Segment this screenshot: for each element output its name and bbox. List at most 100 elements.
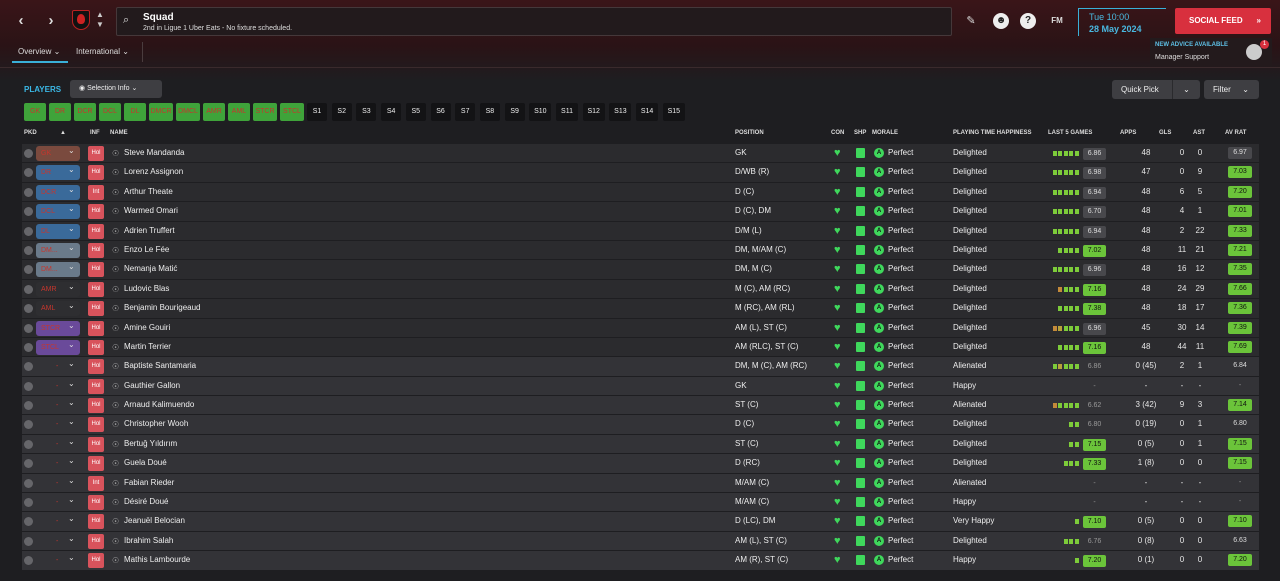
- select-checkbox[interactable]: [24, 420, 33, 430]
- position-button-s10[interactable]: S10: [529, 103, 552, 121]
- player-name[interactable]: Enzo Le Fée: [124, 245, 169, 254]
- col-inf[interactable]: INF: [90, 130, 100, 136]
- select-checkbox[interactable]: [24, 207, 33, 217]
- chevron-down-icon[interactable]: ⌄: [68, 204, 75, 213]
- help-icon[interactable]: ?: [1020, 13, 1036, 29]
- col-gls[interactable]: GLS: [1159, 130, 1171, 136]
- position-button-gk[interactable]: GK: [24, 103, 46, 121]
- position-button-dmcr[interactable]: DMCR: [149, 103, 173, 121]
- col-ast[interactable]: AST: [1193, 130, 1205, 136]
- position-button-dcr[interactable]: DCR: [74, 103, 96, 121]
- chevron-down-icon[interactable]: ⌄: [68, 340, 75, 349]
- player-name[interactable]: Fabian Rieder: [124, 478, 174, 487]
- table-row[interactable]: DCL ⌄ Hol ☉ Warmed Omari D (C), DM ♥ A Perfect De…: [22, 202, 1259, 222]
- position-button-aml[interactable]: AML: [228, 103, 250, 121]
- table-row[interactable]: - ⌄ Hol ☉ Bertuğ Yıldırım ST (C) ♥ A Perfect Deli…: [22, 434, 1259, 455]
- chevron-down-icon[interactable]: ⌄: [68, 282, 75, 291]
- select-checkbox[interactable]: [24, 342, 33, 352]
- select-checkbox[interactable]: [24, 517, 33, 527]
- player-name[interactable]: Baptiste Santamaria: [124, 361, 196, 370]
- position-button-s5[interactable]: S5: [405, 103, 426, 121]
- select-checkbox[interactable]: [24, 381, 33, 391]
- select-checkbox[interactable]: [24, 265, 33, 275]
- select-checkbox[interactable]: [24, 556, 33, 566]
- col-position[interactable]: POSITION: [735, 130, 764, 136]
- position-button-stcl[interactable]: STCL: [280, 103, 304, 121]
- player-name[interactable]: Désiré Doué: [124, 497, 168, 506]
- position-button-dr[interactable]: DR: [49, 103, 71, 121]
- position-button-s14[interactable]: S14: [636, 103, 659, 121]
- position-button-dmcl[interactable]: DMCL: [176, 103, 200, 121]
- position-button-amr[interactable]: AMR: [203, 103, 225, 121]
- player-name[interactable]: Jeanuël Belocian: [124, 516, 185, 525]
- position-button-s6[interactable]: S6: [430, 103, 451, 121]
- table-row[interactable]: STCR ⌄ Hol ☉ Amine Gouiri AM (L), ST (C) ♥ A Per…: [22, 318, 1259, 338]
- player-name[interactable]: Amine Gouiri: [124, 323, 170, 332]
- select-checkbox[interactable]: [24, 362, 33, 372]
- table-row[interactable]: AMR ⌄ Hol ☉ Ludovic Blas M (C), AM (RC) ♥ A Perf…: [22, 279, 1259, 300]
- table-row[interactable]: - ⌄ Hol ☉ Baptiste Santamaria DM, M (C), AM (…: [22, 357, 1259, 377]
- player-name[interactable]: Christopher Wooh: [124, 419, 188, 428]
- select-checkbox[interactable]: [24, 187, 33, 197]
- select-checkbox[interactable]: [24, 149, 33, 158]
- select-checkbox[interactable]: [24, 536, 33, 546]
- table-row[interactable]: - ⌄ Int ☉ Fabian Rieder M/AM (C) ♥ A Perfect Alie…: [22, 473, 1259, 494]
- select-checkbox[interactable]: [24, 439, 33, 449]
- player-name[interactable]: Steve Mandanda: [124, 148, 185, 157]
- table-row[interactable]: DCR ⌄ Int ☉ Arthur Theate D (C) ♥ A Perfect Delig…: [22, 182, 1259, 203]
- table-row[interactable]: - ⌄ Hol ☉ Ibrahim Salah AM (L), ST (C) ♥ A Perfe…: [22, 531, 1259, 552]
- table-row[interactable]: - ⌄ Hol ☉ Mathis Lambourde AM (R), ST (C) ♥ A Pe…: [22, 551, 1259, 571]
- col-shp[interactable]: SHP: [854, 130, 866, 136]
- player-name[interactable]: Nemanja Matić: [124, 264, 177, 273]
- chevron-down-icon[interactable]: ⌄: [68, 262, 75, 271]
- select-checkbox[interactable]: [24, 478, 33, 488]
- player-name[interactable]: Gauthier Gallon: [124, 381, 180, 390]
- player-name[interactable]: Guela Doué: [124, 458, 167, 467]
- chevron-down-icon[interactable]: ⌄: [68, 224, 75, 233]
- forward-arrow-icon[interactable]: ›: [40, 9, 62, 33]
- select-checkbox[interactable]: [24, 323, 33, 333]
- select-checkbox[interactable]: [24, 245, 33, 255]
- chevron-down-icon[interactable]: ⌄: [68, 146, 75, 155]
- player-name[interactable]: Arthur Theate: [124, 187, 173, 196]
- chevron-down-icon[interactable]: ⌄: [68, 165, 75, 174]
- chevron-down-icon[interactable]: ⌄: [68, 534, 75, 543]
- chevron-down-icon[interactable]: ⌄: [68, 495, 75, 504]
- player-name[interactable]: Ibrahim Salah: [124, 536, 173, 545]
- position-button-s15[interactable]: S15: [662, 103, 685, 121]
- table-row[interactable]: - ⌄ Hol ☉ Désiré Doué M/AM (C) ♥ A Perfect Happy -…: [22, 493, 1259, 513]
- player-name[interactable]: Lorenz Assignon: [124, 167, 183, 176]
- position-button-s7[interactable]: S7: [455, 103, 476, 121]
- player-name[interactable]: Bertuğ Yıldırım: [124, 439, 177, 448]
- player-name[interactable]: Warmed Omari: [124, 206, 178, 215]
- select-checkbox[interactable]: [24, 304, 33, 314]
- player-name[interactable]: Mathis Lambourde: [124, 555, 190, 564]
- player-name[interactable]: Benjamin Bourigeaud: [124, 303, 201, 312]
- table-row[interactable]: - ⌄ Hol ☉ Guela Doué D (RC) ♥ A Perfect Delighted…: [22, 454, 1259, 474]
- advice-panel[interactable]: NEW ADVICE AVAILABLE Manager Support 1: [1150, 38, 1272, 66]
- position-button-s12[interactable]: S12: [582, 103, 605, 121]
- search-bar[interactable]: ⌕ Squad 2nd in Ligue 1 Uber Eats - No fi…: [116, 7, 952, 36]
- position-button-s1[interactable]: S1: [307, 103, 327, 121]
- position-button-s4[interactable]: S4: [381, 103, 402, 121]
- position-button-dcl[interactable]: DCL: [99, 103, 121, 121]
- col-morale[interactable]: MORALE: [872, 130, 898, 136]
- table-row[interactable]: AML ⌄ Hol ☉ Benjamin Bourigeaud M (RC), AM (R…: [22, 299, 1259, 319]
- col-apps[interactable]: APPS: [1120, 130, 1136, 136]
- chevron-down-icon[interactable]: ⌄: [68, 417, 75, 426]
- col-name[interactable]: NAME: [110, 130, 128, 136]
- table-row[interactable]: - ⌄ Hol ☉ Gauthier Gallon GK ♥ A Perfect Happy - - -…: [22, 376, 1259, 397]
- position-button-s11[interactable]: S11: [556, 103, 578, 121]
- back-arrow-icon[interactable]: ‹: [10, 9, 32, 33]
- position-button-s13[interactable]: S13: [609, 103, 632, 121]
- table-row[interactable]: - ⌄ Hol ☉ Jeanuël Belocian D (LC), DM ♥ A Perfec…: [22, 512, 1259, 532]
- chevron-down-icon[interactable]: ⌄: [68, 243, 75, 252]
- select-checkbox[interactable]: [24, 168, 33, 178]
- table-row[interactable]: GK ⌄ Hol ☉ Steve Mandanda GK ♥ A Perfect Delighte…: [22, 144, 1259, 164]
- select-checkbox[interactable]: [24, 284, 33, 294]
- sort-arrow-icon[interactable]: ▲: [60, 130, 66, 136]
- chevron-down-icon[interactable]: ⌄: [68, 301, 75, 310]
- select-checkbox[interactable]: [24, 498, 33, 508]
- chevron-down-icon[interactable]: ⌄: [68, 398, 75, 407]
- chevron-down-icon[interactable]: ⌄: [68, 185, 75, 194]
